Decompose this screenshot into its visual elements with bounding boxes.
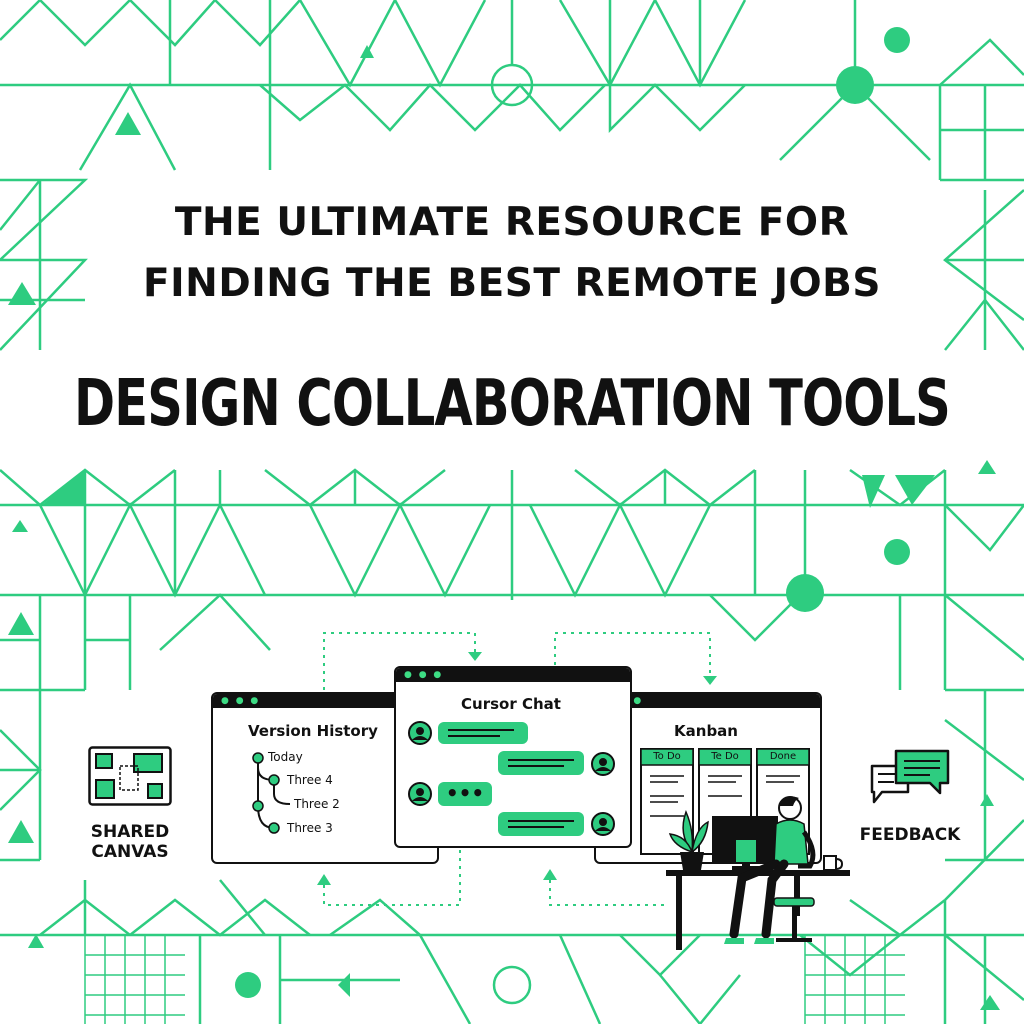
feedback-icon xyxy=(870,749,950,804)
feedback-label: FEEDBACK xyxy=(859,825,961,845)
main-title: DESIGN COLLABORATION TOOLS xyxy=(74,367,951,441)
version-item[interactable]: Today xyxy=(268,750,303,764)
kanban-column-todo: To Do xyxy=(653,751,681,762)
window-titlebar: ● ● ● xyxy=(396,668,630,682)
cursor-chat-title: Cursor Chat xyxy=(461,695,561,713)
kanban-column-tedo: Te Do xyxy=(711,751,739,762)
window-controls: ● ● ● xyxy=(404,670,444,680)
shared-canvas-label: SHARED CANVAS xyxy=(70,822,190,863)
typing-indicator: ••• xyxy=(445,781,485,805)
version-history-title: Version History xyxy=(248,722,378,740)
window-controls: ● ● ● xyxy=(221,696,261,706)
chat-thread xyxy=(408,721,615,836)
geometric-background xyxy=(0,0,1024,1024)
headline-line-2: FINDING THE BEST REMOTE JOBS xyxy=(143,261,881,306)
version-item[interactable]: Three 3 xyxy=(287,821,333,835)
plant-icon xyxy=(668,809,709,870)
shared-canvas-label-line-1: SHARED xyxy=(90,822,170,842)
shared-canvas-icon xyxy=(88,746,172,806)
person-at-desk-illustration xyxy=(666,796,850,950)
shared-canvas-label-line-2: CANVAS xyxy=(91,842,169,863)
version-item[interactable]: Three 4 xyxy=(287,773,333,787)
kanban-column-done: Done xyxy=(769,751,797,762)
monitor-icon xyxy=(712,816,778,870)
mug-icon xyxy=(823,855,844,871)
version-item[interactable]: Three 2 xyxy=(294,797,340,811)
headline-line-1: THE ULTIMATE RESOURCE FOR xyxy=(174,200,850,245)
